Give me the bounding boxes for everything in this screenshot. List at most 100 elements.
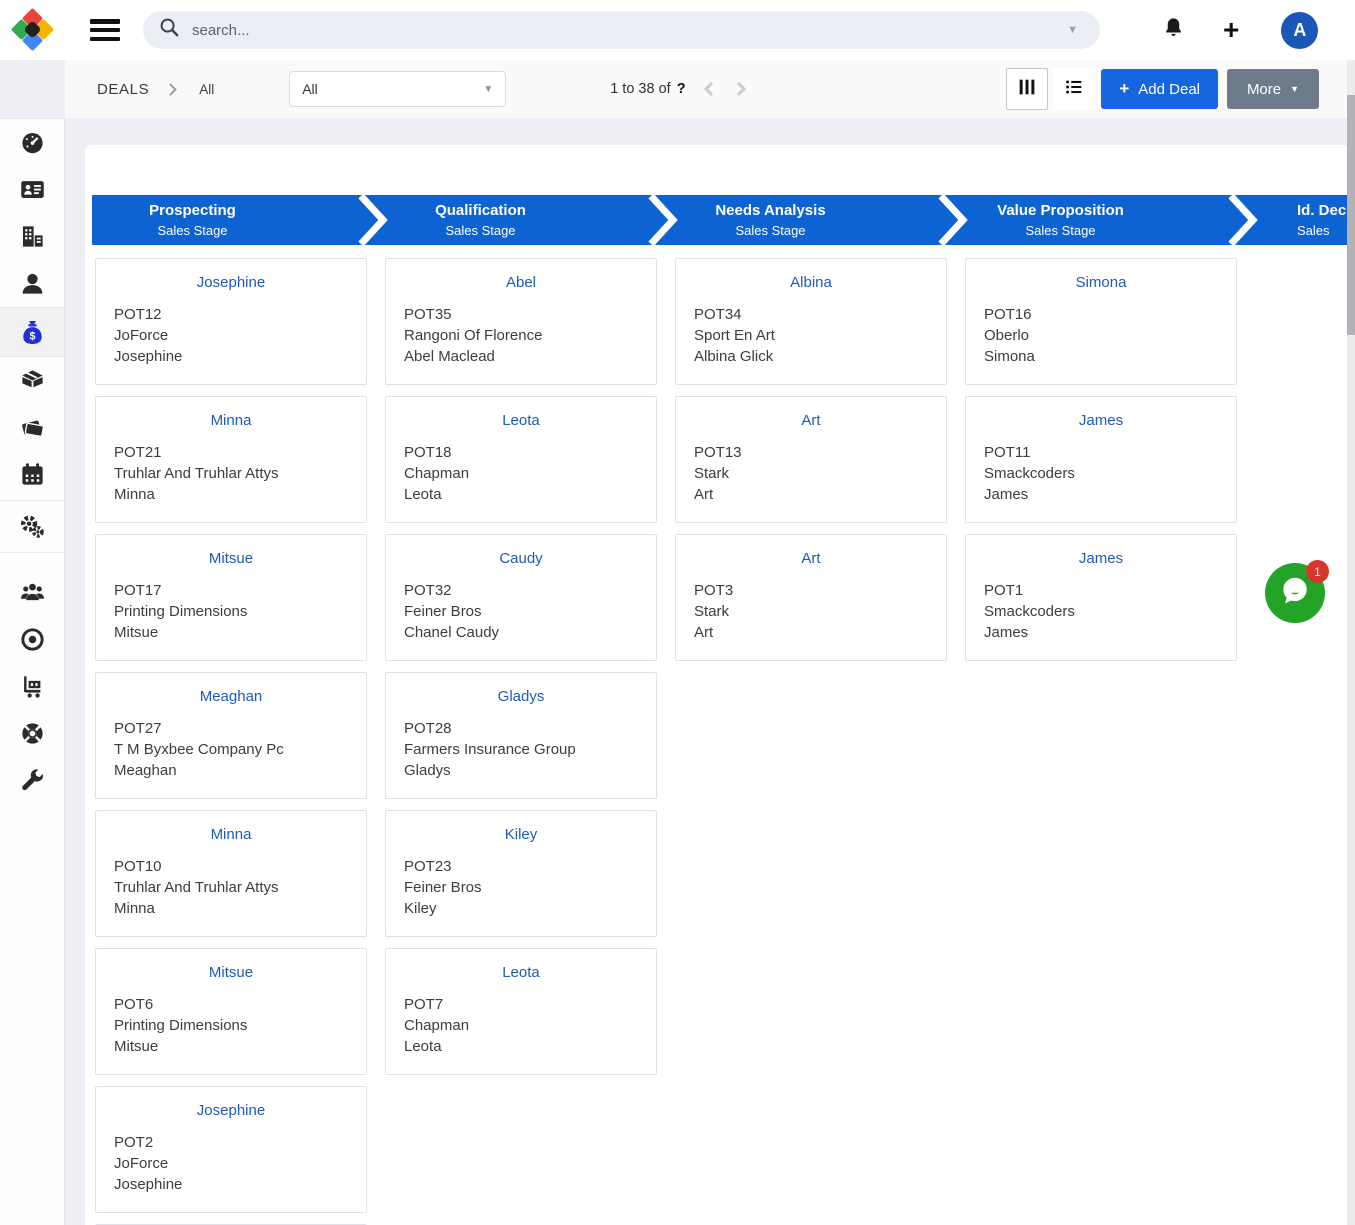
deal-card[interactable]: JamesPOT11SmackcodersJames	[965, 396, 1237, 523]
deal-card[interactable]: LeotaPOT7ChapmanLeota	[385, 948, 657, 1075]
stage-subtitle: Sales	[1297, 223, 1330, 238]
deal-card-number: POT18	[386, 442, 656, 463]
deal-card[interactable]: MitsuePOT6Printing DimensionsMitsue	[95, 948, 367, 1075]
sidebar-item-support[interactable]	[0, 710, 64, 757]
more-button[interactable]: More ▼	[1227, 69, 1319, 109]
deal-card[interactable]: CaudyPOT32Feiner BrosChanel Caudy	[385, 534, 657, 661]
deal-card[interactable]: SimonaPOT16OberloSimona	[965, 258, 1237, 385]
breadcrumb-view[interactable]: All	[199, 82, 214, 97]
stage-subtitle: Sales Stage	[735, 223, 805, 238]
deal-card-contact: Leota	[386, 1036, 656, 1057]
sidebar-item-inventory[interactable]	[0, 663, 64, 710]
board-column-value-proposition: SimonaPOT16OberloSimonaJamesPOT11Smackco…	[965, 258, 1237, 1225]
deal-card-contact: Leota	[386, 484, 656, 505]
pagination-total-button[interactable]: ?	[677, 81, 686, 97]
deal-card-company: Stark	[676, 601, 946, 622]
deal-card-title-link[interactable]: Caudy	[386, 550, 656, 567]
deal-card-title-link[interactable]: Gladys	[386, 688, 656, 705]
deal-card-title-link[interactable]: James	[966, 412, 1236, 429]
notifications-button[interactable]	[1162, 16, 1185, 44]
deal-card-contact: Chanel Caudy	[386, 622, 656, 643]
deal-card-number: POT2	[96, 1132, 366, 1153]
search-scope-caret-icon[interactable]: ▼	[1067, 24, 1078, 36]
deal-card-title-link[interactable]: Kiley	[386, 826, 656, 843]
deal-card-company: Chapman	[386, 463, 656, 484]
stage-header-id-dec: Id. Dec Sales	[1248, 195, 1350, 245]
deal-card-title-link[interactable]: Josephine	[96, 1102, 366, 1119]
deal-card[interactable]: MeaghanPOT27T M Byxbee Company PcMeaghan	[95, 672, 367, 799]
deal-card-title-link[interactable]: Minna	[96, 412, 366, 429]
sidebar-item-contacts[interactable]	[0, 260, 64, 307]
sidebar-item-dashboard[interactable]	[0, 119, 64, 166]
chat-widget-button[interactable]: 1	[1265, 563, 1325, 623]
main-content: ProspectingSales StageQualificationSales…	[65, 118, 1355, 1225]
contacts-icon	[19, 270, 46, 297]
page-next-icon[interactable]	[731, 82, 745, 96]
sidebar-item-contact-cards[interactable]	[0, 166, 64, 213]
deal-card[interactable]: GladysPOT28Farmers Insurance GroupGladys	[385, 672, 657, 799]
deal-card-title-link[interactable]: Minna	[96, 826, 366, 843]
list-filter-select[interactable]: All ▼	[289, 71, 506, 107]
quick-create-button[interactable]: +	[1223, 16, 1239, 44]
menu-hamburger-icon[interactable]	[90, 19, 120, 41]
breadcrumb-module[interactable]: DEALS	[97, 81, 149, 98]
deal-card-number: POT7	[386, 994, 656, 1015]
deal-card-contact: Art	[676, 484, 946, 505]
deal-card-title-link[interactable]: Art	[676, 550, 946, 567]
scrollbar-thumb[interactable]	[1347, 95, 1355, 335]
deal-card-title-link[interactable]: Art	[676, 412, 946, 429]
deal-card[interactable]: MitsuePOT17Printing DimensionsMitsue	[95, 534, 367, 661]
deal-card-contact: Simona	[966, 346, 1236, 367]
board-column-needs-analysis: AlbinaPOT34Sport En ArtAlbina Glick Art PO…	[675, 258, 947, 1225]
stage-chevron-icon	[932, 195, 972, 245]
deal-card-title-link[interactable]: Leota	[386, 964, 656, 981]
search-input[interactable]	[190, 21, 1067, 40]
page-prev-icon[interactable]	[703, 82, 717, 96]
calendar-icon	[19, 461, 46, 488]
deals-icon: $	[19, 319, 46, 346]
deal-card[interactable]: AlbinaPOT34Sport En ArtAlbina Glick	[675, 258, 947, 385]
user-avatar[interactable]: A	[1281, 12, 1318, 49]
deal-card[interactable]: JosephinePOT12JoForceJosephine	[95, 258, 367, 385]
sidebar-item-tools[interactable]	[0, 757, 64, 804]
sidebar-item-teams[interactable]	[0, 569, 64, 616]
sidebar-item-organizations[interactable]	[0, 213, 64, 260]
deal-card[interactable]: ArtPOT13StarkArt	[675, 396, 947, 523]
deal-card-title-link[interactable]: James	[966, 550, 1236, 567]
deal-card-title-link[interactable]: Josephine	[96, 274, 366, 291]
deal-card-title-link[interactable]: Abel	[386, 274, 656, 291]
kanban-view-button[interactable]	[1006, 68, 1048, 110]
deal-card-number: POT32	[386, 580, 656, 601]
app-logo[interactable]	[0, 0, 65, 60]
deal-card[interactable]: MinnaPOT21Truhlar And Truhlar AttysMinna	[95, 396, 367, 523]
deal-card[interactable]: ArtPOT3StarkArt	[675, 534, 947, 661]
list-view-button[interactable]	[1053, 68, 1095, 110]
sidebar-item-targets[interactable]	[0, 616, 64, 663]
deal-card-number: POT11	[966, 442, 1236, 463]
deal-card-title-link[interactable]: Mitsue	[96, 964, 366, 981]
sidebar-item-deals[interactable]: $	[0, 307, 64, 357]
deal-card[interactable]: JamesPOT1SmackcodersJames	[965, 534, 1237, 661]
sidebar-item-invoices[interactable]	[0, 404, 64, 451]
deal-card[interactable]: LeotaPOT18ChapmanLeota	[385, 396, 657, 523]
deal-card-title-link[interactable]: Albina	[676, 274, 946, 291]
deal-card-title-link[interactable]: Meaghan	[96, 688, 366, 705]
deal-card-company: Farmers Insurance Group	[386, 739, 656, 760]
sidebar-item-calendar[interactable]	[0, 451, 64, 498]
deal-card[interactable]: KileyPOT23Feiner BrosKiley	[385, 810, 657, 937]
deal-card[interactable]: MinnaPOT10Truhlar And Truhlar AttysMinna	[95, 810, 367, 937]
deal-card[interactable]: AbelPOT35Rangoni Of FlorenceAbel Maclead	[385, 258, 657, 385]
targets-icon	[19, 626, 46, 653]
deal-card-company: Oberlo	[966, 325, 1236, 346]
deal-card-number: POT10	[96, 856, 366, 877]
global-search[interactable]: ▼	[143, 11, 1100, 49]
deal-card-title-link[interactable]: Leota	[386, 412, 656, 429]
deal-card-number: POT13	[676, 442, 946, 463]
stage-title: Id. Dec	[1297, 202, 1346, 219]
deal-card[interactable]: JosephinePOT2JoForceJosephine	[95, 1086, 367, 1213]
add-deal-button[interactable]: + Add Deal	[1101, 69, 1218, 109]
deal-card-title-link[interactable]: Simona	[966, 274, 1236, 291]
sidebar-item-settings[interactable]	[0, 503, 64, 550]
sidebar-item-products[interactable]	[0, 357, 64, 404]
deal-card-title-link[interactable]: Mitsue	[96, 550, 366, 567]
